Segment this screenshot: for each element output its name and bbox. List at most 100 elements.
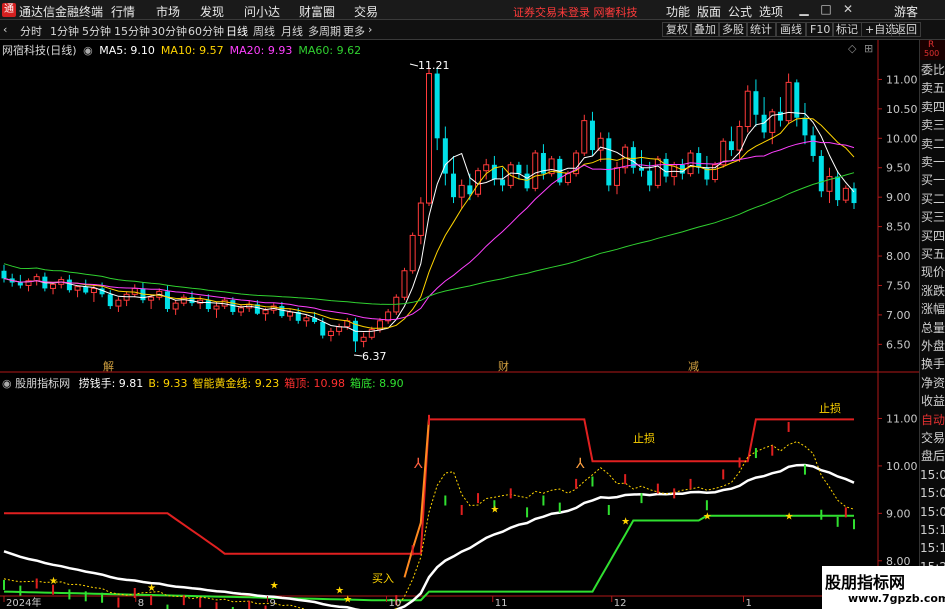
- sidebar-item-13[interactable]: 涨幅: [920, 301, 945, 317]
- sidebar-item-4[interactable]: 卖二: [920, 136, 945, 152]
- indicator-header: ◉ 股朋指标网 捞钱手: 9.81 B: 9.33 智能黄金线: 9.23 箱顶: 1…: [2, 375, 404, 391]
- stop-loss-label-2: 止损: [819, 401, 841, 415]
- candle-body: [451, 173, 457, 198]
- sidebar-item-15[interactable]: 外盘: [920, 338, 945, 354]
- sidebar-item-17[interactable]: 净资: [920, 375, 945, 391]
- candle-body: [148, 296, 155, 301]
- price-tick-label: 9.50: [886, 162, 911, 175]
- sidebar-item-8[interactable]: 买三: [920, 209, 945, 225]
- low-pointer: [353, 354, 363, 357]
- candle-body: [802, 117, 808, 136]
- badge-500: 500: [924, 49, 940, 58]
- sidebar-item-20[interactable]: 交易: [920, 430, 945, 446]
- sidebar-item-6[interactable]: 买一: [920, 172, 945, 188]
- sidebar-item-0[interactable]: 委比: [920, 62, 945, 78]
- sidebar-item-25[interactable]: 15:1: [920, 522, 945, 538]
- expand-icon[interactable]: ⊞: [864, 42, 873, 55]
- sidebar-item-1[interactable]: 卖五: [920, 80, 945, 96]
- marker-finance[interactable]: 财: [498, 359, 509, 373]
- stock-title[interactable]: 网宿科技(日线): [2, 44, 77, 57]
- candle-body: [589, 120, 595, 151]
- ma-label-0: MA5: 9.10: [99, 44, 155, 57]
- star-icon: ★: [490, 505, 499, 516]
- sidebar-item-22[interactable]: 15:0: [920, 467, 945, 483]
- candle-body: [426, 73, 432, 204]
- sidebar-item-12[interactable]: 涨跌: [920, 283, 945, 299]
- sidebar-item-18[interactable]: 收益: [920, 393, 945, 409]
- indicator-value-3: 箱顶: 10.98: [284, 377, 345, 390]
- main-chart-header: 网宿科技(日线) ◉ MA5: 9.10 MA10: 9.57 MA20: 9.93…: [2, 42, 367, 58]
- candle-body: [213, 305, 220, 310]
- candle-body: [320, 321, 326, 336]
- watermark-url: www.7gpzb.com: [848, 592, 945, 605]
- sidebar-item-19[interactable]: 自动: [920, 412, 945, 428]
- star-icon: ★: [270, 581, 279, 592]
- sidebar-item-16[interactable]: 换手: [920, 356, 945, 372]
- star-icon: ★: [343, 595, 352, 606]
- sidebar-item-3[interactable]: 卖三: [920, 117, 945, 133]
- diamond-icon[interactable]: ◇: [848, 42, 856, 55]
- candle-body: [483, 164, 490, 172]
- indicator-lines: ★★ ★ ★★★ ★ ★★: [3, 414, 855, 609]
- candle-body: [279, 306, 285, 317]
- candle-body: [172, 302, 179, 310]
- sidebar-item-5[interactable]: 卖一: [920, 154, 945, 170]
- sidebar-item-26[interactable]: 15:1: [920, 540, 945, 556]
- candle-body: [736, 126, 743, 151]
- sidebar-item-23[interactable]: 15:0: [920, 485, 945, 501]
- candle-body: [696, 153, 702, 168]
- price-tick-label: 8.50: [886, 221, 911, 234]
- candle-body: [712, 164, 719, 181]
- candle-body: [123, 293, 130, 301]
- indicator-tick-label: 9.00: [886, 507, 911, 520]
- sidebar-item-14[interactable]: 总量: [920, 320, 945, 336]
- price-tick-label: 8.00: [886, 250, 911, 263]
- top-signal-icon-2: ⅄: [575, 456, 585, 472]
- candle-body: [818, 155, 824, 192]
- candle-body: [417, 202, 424, 236]
- sidebar-item-11[interactable]: 现价: [920, 264, 945, 280]
- watermark-title: 股朋指标网: [825, 573, 906, 592]
- candle-body: [107, 294, 113, 307]
- indicator-value-4: 箱底: 8.90: [349, 377, 404, 390]
- candle-body: [262, 309, 269, 315]
- price-tick-label: 11.00: [886, 73, 918, 86]
- sidebar-item-10[interactable]: 买五: [920, 246, 945, 262]
- ma-legend: MA5: 9.10 MA10: 9.57 MA20: 9.93 MA60: 9.62: [99, 44, 367, 57]
- marker-reduce[interactable]: 减: [688, 360, 699, 373]
- candle-body: [17, 282, 23, 286]
- candle-body: [491, 164, 497, 180]
- settings-gear-icon[interactable]: ◉: [83, 44, 93, 57]
- candle-body: [74, 286, 81, 291]
- b-line: [3, 441, 855, 609]
- sidebar-item-21[interactable]: 盘后: [920, 448, 945, 464]
- indicator-title[interactable]: 股朋指标网: [15, 377, 70, 390]
- star-icon: ★: [621, 516, 630, 527]
- sidebar-item-7[interactable]: 买二: [920, 191, 945, 207]
- time-tick-label: 1: [746, 598, 752, 609]
- star-icon: ★: [703, 512, 712, 523]
- candle-body: [467, 185, 473, 195]
- sidebar-item-24[interactable]: 15:0: [920, 504, 945, 520]
- ma-label-2: MA20: 9.93: [229, 44, 293, 57]
- high-price-label: 11.21: [418, 59, 450, 72]
- candle-body: [753, 91, 759, 115]
- indicator-settings-icon[interactable]: ◉: [2, 377, 12, 390]
- indicator-legend: 捞钱手: 9.81 B: 9.33 智能黄金线: 9.23 箱顶: 10.98 箱底: …: [74, 377, 404, 390]
- sidebar-item-2[interactable]: 卖四: [920, 99, 945, 115]
- indicator-value-1: B: 9.33: [148, 377, 188, 390]
- candle-body: [287, 311, 294, 317]
- right-sidebar: R 500 委比卖五卖四卖三卖二卖一买一买二买三买四买五现价涨跌涨幅总量外盘换手…: [919, 40, 945, 609]
- kline-chart[interactable]: 11.00 10.50 10.00 9.50 9.00 8.50 8.00 7.50 7.00 6…: [0, 0, 919, 609]
- money-hand-line: [3, 463, 855, 609]
- time-tick-label: 10: [389, 598, 402, 609]
- sidebar-item-9[interactable]: 买四: [920, 228, 945, 244]
- price-tick-label: 6.50: [886, 338, 911, 351]
- candle-body: [164, 291, 170, 310]
- marker-unlock[interactable]: 解: [103, 359, 114, 373]
- indicator-value-0: 捞钱手: 9.81: [78, 377, 144, 390]
- indicator-value-2: 智能黄金线: 9.23: [192, 377, 280, 390]
- candle-body: [728, 141, 734, 151]
- r500-badge[interactable]: R 500: [920, 40, 945, 60]
- high-pointer: [409, 63, 419, 67]
